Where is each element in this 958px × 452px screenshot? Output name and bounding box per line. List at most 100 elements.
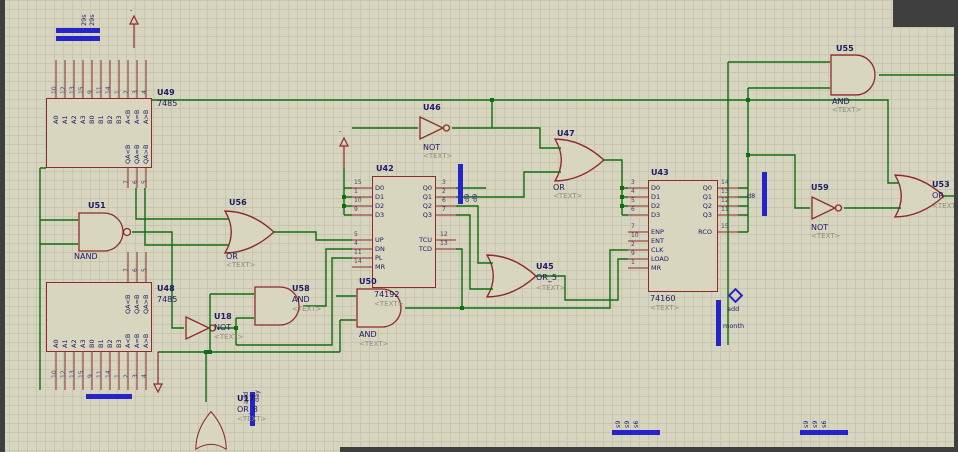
text-placeholder-u43: <TEXT> [650, 304, 680, 312]
value-label-u48: 7485 [157, 295, 178, 304]
pin-number: 13 [721, 188, 729, 195]
pin-name: A3 [79, 339, 87, 348]
value-label-u43: 74160 [650, 294, 676, 303]
pin-number: 12 [721, 197, 729, 204]
gate-u47-or[interactable] [554, 138, 606, 182]
pin-name: B2 [106, 115, 114, 124]
pin-number: 2 [631, 241, 635, 248]
ref-label-u49: U49 [157, 88, 175, 97]
terminal-bar[interactable] [86, 394, 132, 399]
pin-name: UP [375, 236, 384, 244]
net-label: d9 [471, 193, 479, 202]
pin-name: QA=B [133, 144, 141, 164]
pin-name: A>B [142, 333, 150, 348]
pin-name: D1 [651, 193, 661, 201]
net-label: s9 [802, 420, 810, 428]
type-label-u45: OR_5 [536, 273, 557, 282]
power-minus-label: - [339, 127, 342, 135]
pin-number: 5 [141, 268, 148, 272]
gate-u51-nand[interactable] [78, 212, 136, 252]
pin-name: DN [375, 245, 385, 253]
pin-number: 10 [354, 197, 362, 204]
pin-number: 15 [78, 86, 85, 94]
net-label-day: day [253, 390, 261, 402]
type-label-u51: NAND [74, 252, 98, 261]
pin-number: 2 [123, 374, 130, 378]
text-placeholder-u55: <TEXT> [832, 106, 862, 114]
pin-name: TCU [419, 236, 432, 244]
pin-number: 11 [96, 370, 103, 378]
pin-name: QA<B [124, 294, 132, 314]
pin-name: D2 [375, 202, 385, 210]
gate-u45-or[interactable] [486, 254, 538, 298]
pin-name: D2 [651, 202, 661, 210]
pin-name: D0 [375, 184, 385, 192]
net-label-d8: d8 [747, 192, 756, 200]
pin-name: A2 [70, 339, 78, 348]
pin-number: 13 [69, 370, 76, 378]
net-label-add2: add [242, 391, 250, 404]
pin-name: A<B [124, 333, 132, 348]
pin-number: 1 [114, 90, 121, 94]
ref-label-u43: U43 [651, 168, 669, 177]
pin-number: 14 [105, 370, 112, 378]
pin-name: B3 [115, 115, 123, 124]
schematic-canvas: U49 7485 10 12 13 15 9 11 14 1 2 3 4 A0 … [0, 0, 958, 452]
pin-number: 9 [87, 90, 94, 94]
pin-number: 6 [132, 268, 139, 272]
text-placeholder-u46: <TEXT> [423, 152, 453, 160]
pin-name: A1 [61, 115, 69, 124]
terminal-bar[interactable] [716, 300, 721, 346]
pin-name: B2 [106, 339, 114, 348]
terminal-bar[interactable] [800, 430, 848, 435]
gate-u55-and[interactable] [830, 54, 880, 96]
terminal-bar[interactable] [56, 28, 100, 33]
ref-label-u56: U56 [229, 198, 247, 207]
type-label-u55: AND [832, 97, 850, 106]
pin-name: B0 [88, 115, 96, 124]
gate-u56-or[interactable] [224, 210, 276, 254]
ref-label-u18: U18 [214, 312, 232, 321]
pin-name: D0 [651, 184, 661, 192]
pin-number: 5 [354, 231, 358, 238]
pin-number: 7 [123, 180, 130, 184]
pin-name: B1 [97, 339, 105, 348]
ref-label-u58: U58 [292, 284, 310, 293]
gate-u17-or[interactable] [186, 400, 226, 450]
sheet-edge-right [954, 27, 958, 452]
pin-name: PL [375, 254, 383, 262]
type-label-u56: OR [226, 252, 238, 261]
text-placeholder-u18: <TEXT> [214, 333, 244, 341]
terminal-bar[interactable] [56, 36, 100, 41]
pin-name: A=B [133, 109, 141, 124]
pin-name: A3 [79, 115, 87, 124]
ref-label-u51: U51 [88, 201, 106, 210]
pin-number: 14 [721, 179, 729, 186]
pin-name: Q2 [702, 202, 712, 210]
ref-label-u48: U48 [157, 284, 175, 293]
terminal-bar[interactable] [762, 172, 767, 216]
pin-name: B3 [115, 339, 123, 348]
pin-number: 13 [440, 240, 448, 247]
pin-number: 3 [631, 179, 635, 186]
pin-name: Q3 [422, 211, 432, 219]
pin-name: CLK [651, 246, 664, 254]
text-placeholder-u47: <TEXT> [553, 192, 583, 200]
type-label-u58: AND [292, 295, 310, 304]
pin-name: ENT [651, 237, 664, 245]
type-label-u46: NOT [423, 143, 441, 152]
gate-u46-not[interactable] [418, 114, 454, 142]
terminal-diamond[interactable] [727, 287, 744, 304]
terminal-bar[interactable] [612, 430, 660, 435]
pin-name: Q0 [702, 184, 712, 192]
pin-name: A2 [70, 115, 78, 124]
net-label-add: add [727, 305, 740, 313]
pin-name: D1 [375, 193, 385, 201]
type-label-u47: OR [553, 183, 565, 192]
type-label-u59: NOT [811, 223, 829, 232]
gate-u59-not[interactable] [810, 194, 846, 222]
text-placeholder-u58: <TEXT> [292, 305, 322, 313]
pin-number: 6 [132, 180, 139, 184]
pin-name: D3 [375, 211, 385, 219]
pin-number: 2 [123, 90, 130, 94]
